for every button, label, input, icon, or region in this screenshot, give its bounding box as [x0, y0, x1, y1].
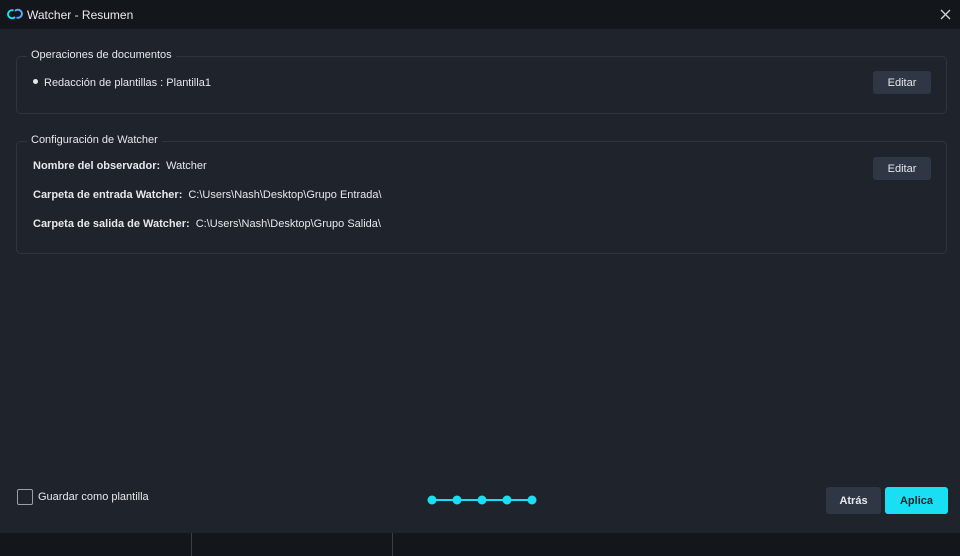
title-bar: Watcher - Resumen — [0, 0, 960, 29]
status-bar-divider — [191, 533, 192, 556]
back-button[interactable]: Atrás — [826, 487, 881, 514]
window-title: Watcher - Resumen — [27, 8, 134, 22]
step-dot — [427, 495, 437, 505]
step-dot — [452, 495, 462, 505]
output-folder-row: Carpeta de salida de Watcher: C:\Users\Na… — [33, 218, 381, 230]
close-icon — [940, 9, 950, 19]
step-dot — [502, 495, 512, 505]
save-as-template-checkbox[interactable] — [17, 489, 33, 505]
step-dot — [527, 495, 537, 505]
document-operations-legend: Operaciones de documentos — [27, 49, 176, 61]
observer-name-value: Watcher — [166, 160, 207, 172]
edit-watcher-config-button[interactable]: Editar — [873, 157, 931, 180]
status-bar — [0, 533, 960, 556]
document-operation-item: Redacción de plantillas : Plantilla1 — [33, 77, 211, 89]
apply-button[interactable]: Aplica — [885, 487, 948, 514]
wizard-step-indicator — [427, 495, 537, 505]
watcher-config-group: Configuración de Watcher Nombre del obse… — [16, 134, 947, 254]
watcher-config-legend: Configuración de Watcher — [27, 134, 162, 146]
watcher-logo-icon — [7, 8, 23, 20]
step-dot — [477, 495, 487, 505]
document-operation-text: Redacción de plantillas : Plantilla1 — [44, 77, 211, 89]
input-folder-value: C:\Users\Nash\Desktop\Grupo Entrada\ — [188, 189, 382, 201]
bullet-icon — [33, 78, 38, 84]
document-operations-group: Operaciones de documentos Redacción de p… — [16, 49, 947, 114]
observer-name-row: Nombre del observador: Watcher — [33, 160, 207, 172]
status-bar-divider — [392, 533, 393, 556]
save-as-template-label: Guardar como plantilla — [38, 491, 149, 503]
observer-name-label: Nombre del observador: — [33, 160, 161, 172]
input-folder-row: Carpeta de entrada Watcher: C:\Users\Nash… — [33, 189, 382, 201]
input-folder-label: Carpeta de entrada Watcher: — [33, 189, 183, 201]
output-folder-label: Carpeta de salida de Watcher: — [33, 218, 190, 230]
edit-document-operations-button[interactable]: Editar — [873, 71, 931, 94]
close-button[interactable] — [936, 5, 954, 23]
output-folder-value: C:\Users\Nash\Desktop\Grupo Salida\ — [195, 218, 381, 230]
